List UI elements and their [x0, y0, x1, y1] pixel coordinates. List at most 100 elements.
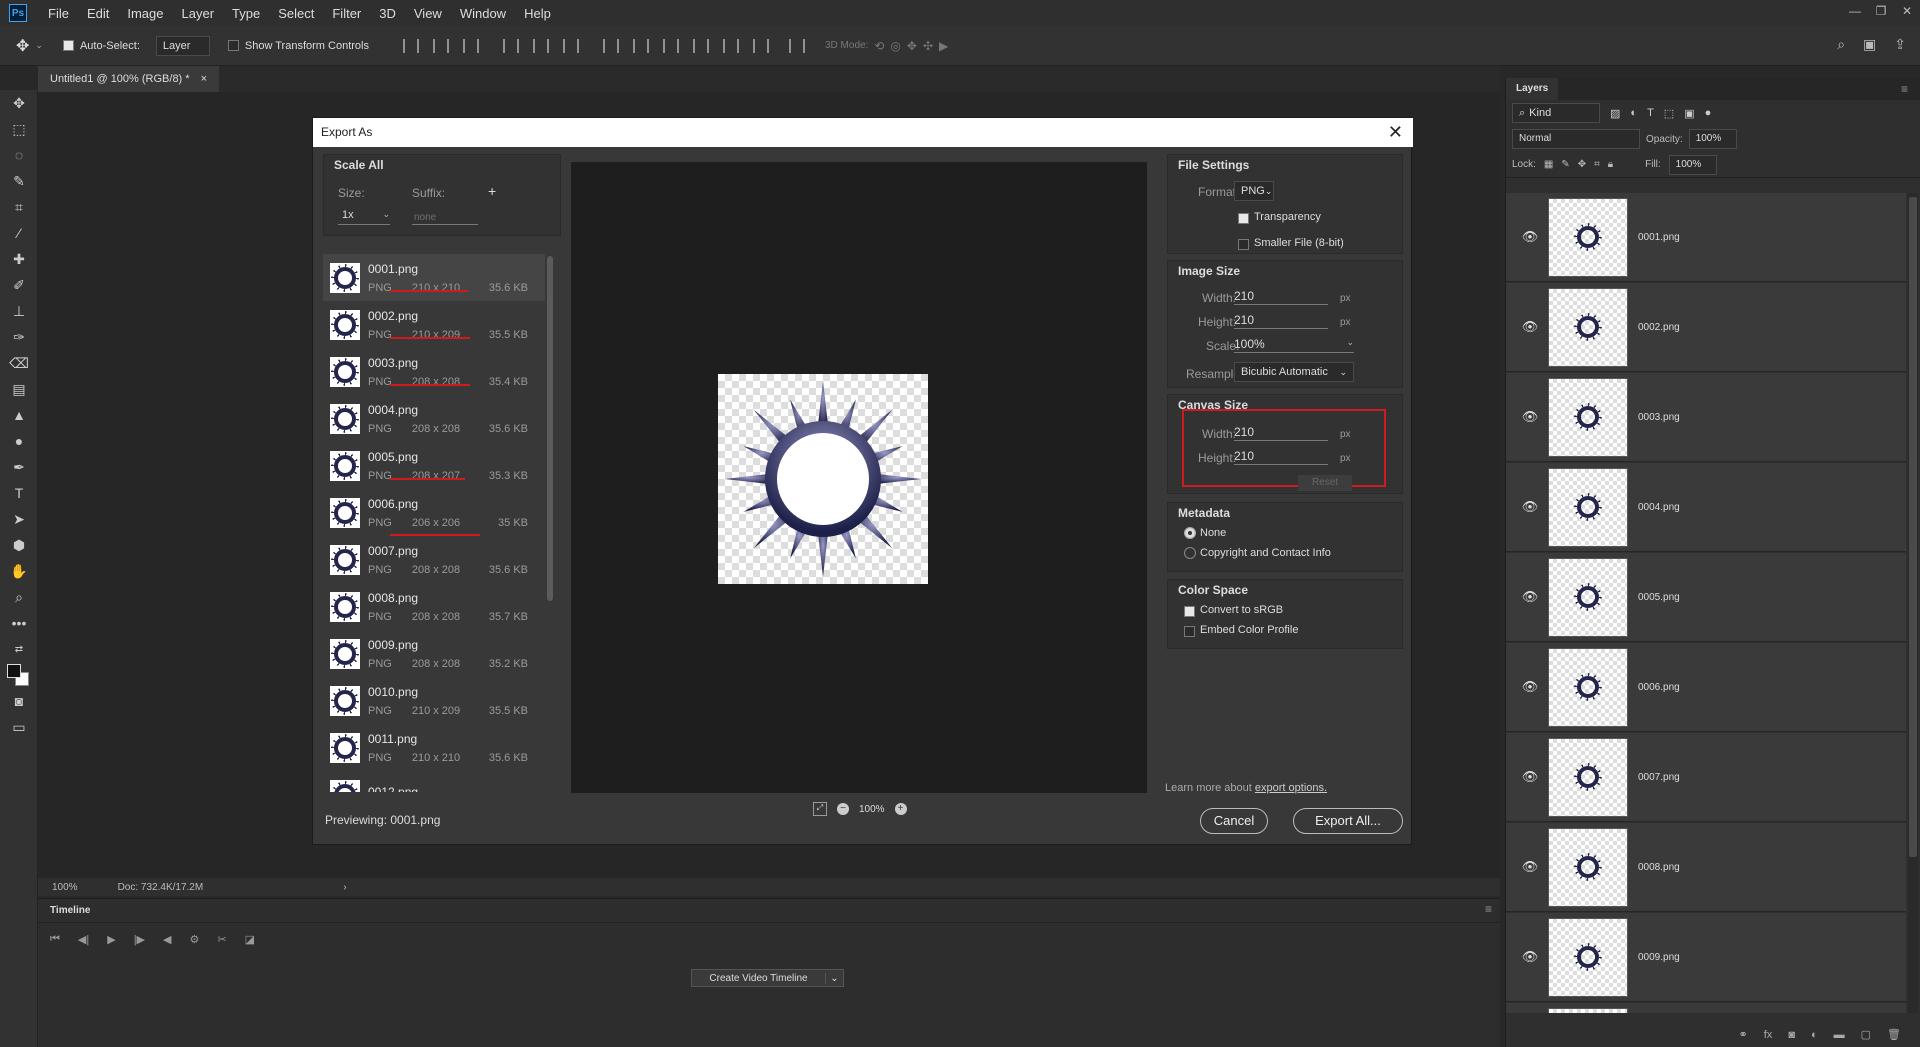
minimize-icon[interactable]: — — [1842, 0, 1868, 22]
pen-tool-icon[interactable]: ✒ — [0, 454, 38, 480]
status-arrow-icon[interactable]: › — [343, 882, 346, 893]
distribute-right-icon[interactable] — [752, 38, 769, 53]
metadata-none-radio[interactable] — [1184, 527, 1196, 539]
prev-frame-icon[interactable]: ◀| — [78, 933, 89, 946]
color-swatches-icon[interactable] — [0, 662, 38, 688]
blur-tool-icon[interactable]: ▲ — [0, 402, 38, 428]
workspace-icon[interactable]: ▣ — [1863, 36, 1876, 53]
marquee-tool-icon[interactable]: ⬚ — [0, 116, 38, 142]
screen-mode-icon[interactable]: ▭ — [0, 714, 38, 740]
3d-slide-icon[interactable]: ✣ — [923, 39, 933, 53]
opacity-input[interactable]: 100% — [1688, 129, 1737, 149]
eye-icon[interactable]: 👁︎ — [1518, 679, 1542, 695]
file-list-item[interactable]: 0002.png PNG 210 x 209 35.5 KB — [323, 301, 545, 348]
chevron-down-icon[interactable]: ⌄ — [35, 40, 43, 51]
shape-tool-icon[interactable]: ⬢ — [0, 532, 38, 558]
search-icon[interactable]: ⌕ — [1837, 36, 1845, 53]
file-list-item[interactable]: 0010.png PNG 210 x 209 35.5 KB — [323, 677, 545, 724]
cancel-button[interactable]: Cancel — [1200, 808, 1268, 834]
3d-pan-icon[interactable]: ✥ — [907, 39, 917, 53]
eyedropper-tool-icon[interactable]: ⁄ — [0, 220, 38, 246]
filter-type-icon[interactable]: T — [1647, 107, 1654, 119]
brush-tool-icon[interactable]: ✐ — [0, 272, 38, 298]
link-layers-icon[interactable]: ⚭ — [1739, 1028, 1748, 1041]
zoom-out-icon[interactable]: − — [837, 803, 849, 815]
distribute-hcenter-icon[interactable] — [722, 38, 739, 53]
file-list-item[interactable]: 0009.png PNG 208 x 208 35.2 KB — [323, 630, 545, 677]
share-icon[interactable]: ⇪ — [1894, 36, 1906, 53]
align-top-icon[interactable] — [402, 38, 419, 53]
export-all-button[interactable]: Export All... — [1293, 808, 1403, 834]
fit-icon[interactable]: ⤢ — [813, 802, 827, 816]
add-mask-icon[interactable]: ◙ — [1788, 1029, 1795, 1041]
resample-dropdown[interactable]: Bicubic Automatic ⌄ — [1234, 362, 1354, 382]
layer-row[interactable]: 👁︎ 0002.png — [1506, 283, 1906, 372]
adjustment-layer-icon[interactable]: ◐ — [1811, 1029, 1818, 1041]
layer-row[interactable]: 👁︎ 0006.png — [1506, 643, 1906, 732]
hand-tool-icon[interactable]: ✋ — [0, 558, 38, 584]
filter-toggle-icon[interactable]: ● — [1705, 107, 1712, 119]
layer-row[interactable]: 👁︎ 0007.png — [1506, 733, 1906, 822]
auto-align-icon[interactable] — [788, 38, 805, 53]
move-tool-icon[interactable]: ✥ — [0, 90, 38, 116]
image-width-input[interactable]: 210 — [1234, 289, 1328, 305]
lock-position-icon[interactable]: ✥ — [1578, 159, 1586, 170]
file-list-scrollbar[interactable] — [547, 256, 554, 790]
zoom-in-icon[interactable]: + — [894, 803, 907, 815]
align-bottom-icon[interactable] — [462, 38, 479, 53]
close-icon[interactable]: ✕ — [1388, 118, 1403, 147]
3d-camera-icon[interactable]: ▶ — [939, 39, 948, 53]
menu-help[interactable]: Help — [515, 6, 560, 21]
dodge-tool-icon[interactable]: ● — [0, 428, 38, 454]
eye-icon[interactable]: 👁︎ — [1518, 319, 1542, 335]
menu-select[interactable]: Select — [269, 6, 323, 21]
fx-icon[interactable]: fx — [1764, 1029, 1773, 1041]
eye-icon[interactable]: 👁︎ — [1518, 859, 1542, 875]
menu-window[interactable]: Window — [451, 6, 515, 21]
menu-edit[interactable]: Edit — [78, 6, 118, 21]
metadata-copyright-radio[interactable] — [1184, 547, 1196, 559]
layers-tab[interactable]: Layers — [1506, 78, 1559, 100]
3d-orbit-icon[interactable]: ⟲ — [874, 39, 884, 53]
healing-brush-tool-icon[interactable]: ✚ — [0, 246, 38, 272]
lock-transparent-icon[interactable]: ▦ — [1544, 159, 1553, 170]
eye-icon[interactable]: 👁︎ — [1518, 589, 1542, 605]
new-layer-icon[interactable]: ▢ — [1861, 1028, 1871, 1041]
quick-mask-icon[interactable]: ◙ — [0, 688, 38, 714]
eraser-tool-icon[interactable]: ⌫ — [0, 350, 38, 376]
timeline-menu-icon[interactable]: ≡ — [1485, 902, 1492, 916]
file-list-item[interactable]: 0005.png PNG 208 x 207 35.3 KB — [323, 442, 545, 489]
zoom-tool-icon[interactable]: ⌕ — [0, 584, 38, 610]
document-tab[interactable]: Untitled1 @ 100% (RGB/8) * × — [38, 66, 220, 92]
layer-row[interactable]: 👁︎ 0008.png — [1506, 823, 1906, 912]
path-select-tool-icon[interactable]: ➤ — [0, 506, 38, 532]
file-list-item[interactable]: 0008.png PNG 208 x 208 35.7 KB — [323, 583, 545, 630]
clone-stamp-tool-icon[interactable]: ⊥ — [0, 298, 38, 324]
file-list-item[interactable]: 0007.png PNG 208 x 208 35.6 KB — [323, 536, 545, 583]
panel-menu-icon[interactable]: ≡ — [1901, 82, 1908, 96]
eye-icon[interactable]: 👁︎ — [1518, 229, 1542, 245]
eye-icon[interactable]: 👁︎ — [1518, 769, 1542, 785]
filter-pixel-icon[interactable]: ▨ — [1610, 107, 1620, 120]
align-vcenter-icon[interactable] — [432, 38, 449, 53]
next-frame-icon[interactable]: |▶ — [134, 933, 145, 946]
status-zoom[interactable]: 100% — [52, 882, 78, 893]
fill-input[interactable]: 100% — [1668, 154, 1717, 175]
more-tools-icon[interactable]: ••• — [0, 610, 38, 636]
lasso-tool-icon[interactable]: ◌ — [0, 142, 38, 168]
distribute-vcenter-icon[interactable] — [632, 38, 649, 53]
layer-row-partial[interactable] — [1506, 1003, 1906, 1013]
eye-icon[interactable]: 👁︎ — [1518, 499, 1542, 515]
tab-close-icon[interactable]: × — [201, 73, 207, 85]
close-icon[interactable]: ✕ — [1894, 0, 1920, 22]
first-frame-icon[interactable]: ⏮ — [50, 933, 60, 946]
eye-icon[interactable]: 👁︎ — [1518, 949, 1542, 965]
eye-icon[interactable]: 👁︎ — [1518, 409, 1542, 425]
menu-type[interactable]: Type — [223, 6, 269, 21]
layer-row[interactable]: 👁︎ 0005.png — [1506, 553, 1906, 642]
filter-adjustment-icon[interactable]: ◐ — [1630, 107, 1637, 119]
reset-button[interactable]: Reset — [1298, 475, 1352, 491]
format-dropdown[interactable]: PNG ⌄ — [1234, 181, 1274, 201]
convert-srgb-checkbox[interactable] — [1184, 606, 1195, 617]
embed-profile-checkbox[interactable] — [1184, 626, 1195, 637]
